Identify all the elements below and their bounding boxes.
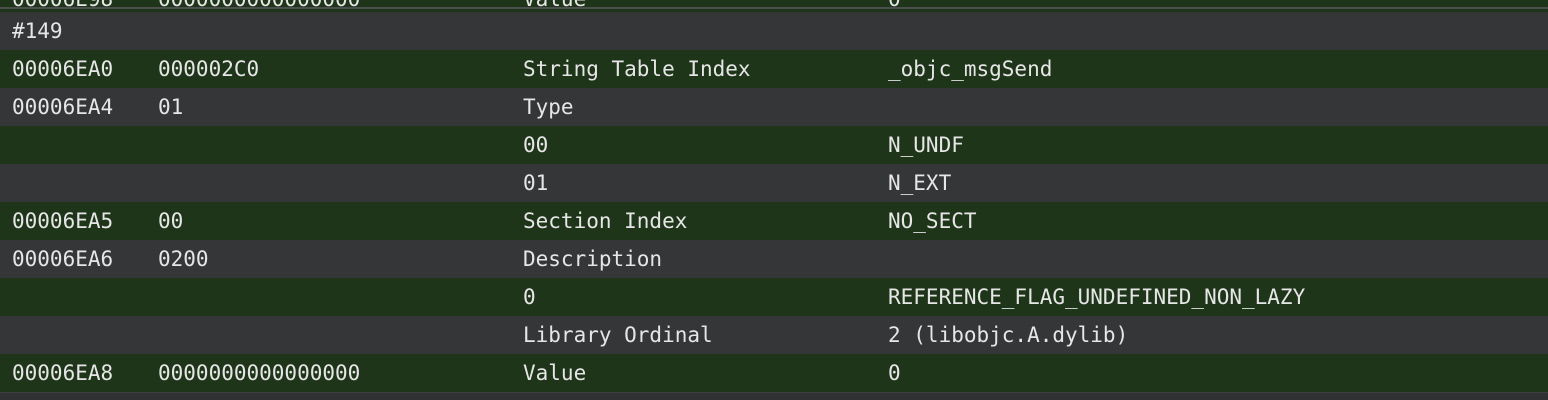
description-cell: Value [523,361,587,385]
offset-cell: 00006EA0 [12,57,114,81]
description-cell: Type [523,95,574,119]
table-row[interactable]: 00006EA8 0000000000000000 Value 0 [0,354,1548,392]
table-row[interactable]: 00006EA0 000002C0 String Table Index _ob… [0,50,1548,88]
description-cell: Description [523,247,663,271]
description-cell: String Table Index [523,57,751,81]
description-cell: 01 [523,171,549,195]
symbol-table-view: 00006E98 0000000000000000 Value 0 #149 0… [0,0,1548,400]
description-cell: 0 [523,285,536,309]
value-cell: 2 (libobjc.A.dylib) [888,323,1129,347]
value-cell: NO_SECT [888,209,977,233]
offset-cell: 00006EA6 [12,247,114,271]
table-row[interactable]: 00006EA4 01 Type [0,88,1548,126]
value-cell: REFERENCE_FLAG_UNDEFINED_NON_LAZY [888,285,1306,309]
description-cell: 00 [523,133,549,157]
offset-cell: 00006EA8 [12,361,114,385]
offset-cell: 00006EA4 [12,95,114,119]
bottom-scroll-area [0,392,1548,400]
table-row[interactable]: 0 REFERENCE_FLAG_UNDEFINED_NON_LAZY [0,278,1548,316]
value-cell: N_EXT [888,171,952,195]
value-cell: N_UNDF [888,133,964,157]
data-cell: 00 [158,209,184,233]
data-cell: 0000000000000000 [158,361,361,385]
offset-cell: 00006EA5 [12,209,114,233]
value-cell: 0 [888,361,901,385]
description-cell: Library Ordinal [523,323,713,347]
table-row[interactable]: 00006EA5 00 Section Index NO_SECT [0,202,1548,240]
description-cell: Section Index [523,209,688,233]
table-row[interactable]: 00 N_UNDF [0,126,1548,164]
value-cell: _objc_msgSend [888,57,1053,81]
row-divider [0,7,1548,9]
section-header-row[interactable]: #149 [0,12,1548,50]
table-row[interactable]: 00006EA6 0200 Description [0,240,1548,278]
data-cell: 000002C0 [158,57,260,81]
table-row[interactable]: Library Ordinal 2 (libobjc.A.dylib) [0,316,1548,354]
section-header: #149 [12,19,63,43]
table-row[interactable]: 01 N_EXT [0,164,1548,202]
data-cell: 0200 [158,247,209,271]
data-cell: 01 [158,95,184,119]
